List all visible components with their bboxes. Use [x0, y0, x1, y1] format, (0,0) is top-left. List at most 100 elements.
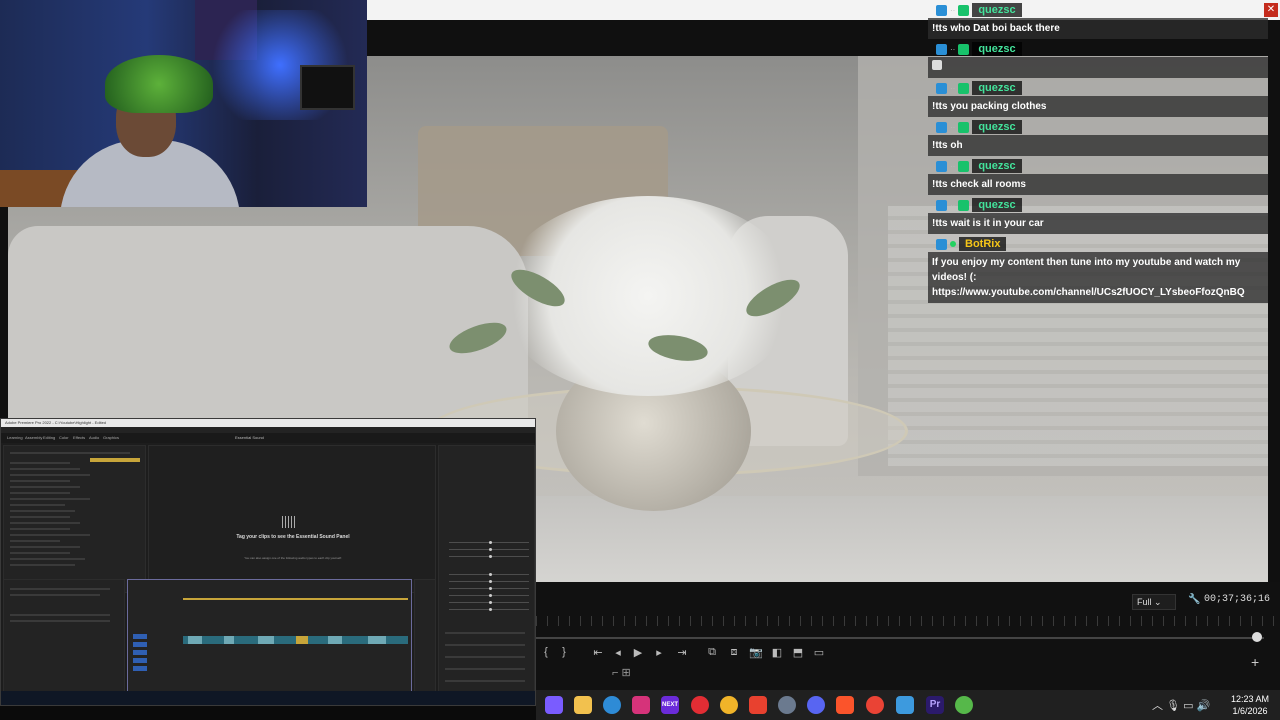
panel-row — [10, 620, 110, 622]
lumetri-slider[interactable] — [449, 587, 529, 590]
slider-handle[interactable] — [489, 541, 492, 544]
camera-icon[interactable]: 📷 — [748, 646, 764, 659]
add-button-icon[interactable]: + — [1251, 654, 1259, 670]
panel-row — [445, 644, 525, 646]
panel-row — [10, 534, 90, 536]
next-icon[interactable]: NEXT — [661, 696, 679, 714]
panel-row — [10, 504, 65, 506]
lumetri-slider[interactable] — [449, 601, 529, 604]
export-frame-icon[interactable]: ▭ — [811, 646, 827, 659]
chrome-icon[interactable] — [720, 696, 738, 714]
lumetri-slider[interactable] — [449, 608, 529, 611]
chat-text — [928, 57, 1268, 78]
lumetri-slider[interactable] — [449, 555, 529, 558]
lumetri-slider[interactable] — [449, 580, 529, 583]
instagram-icon[interactable] — [632, 696, 650, 714]
workspace-tab[interactable]: Audio — [89, 435, 99, 440]
playhead-handle[interactable] — [1251, 632, 1262, 642]
go-to-out-icon[interactable]: ⇥ — [674, 646, 690, 659]
microphone-icon[interactable]: 🎙 — [1166, 700, 1180, 712]
bot-dot-icon — [950, 241, 956, 247]
panel-row — [10, 486, 80, 488]
premiere-icon[interactable]: Pr — [926, 696, 944, 714]
copilot-icon[interactable] — [545, 696, 563, 714]
chat-text: !tts oh — [928, 135, 1268, 156]
playhead-timecode[interactable]: 00;37;36;16 — [1204, 594, 1270, 605]
timeline-clip[interactable] — [188, 636, 202, 644]
workspace-tab[interactable]: Assembly — [25, 435, 42, 440]
timeline-clip[interactable] — [296, 636, 308, 644]
kick-badge-icon — [936, 121, 947, 133]
slider-handle[interactable] — [489, 587, 492, 590]
timeline-clip[interactable] — [328, 636, 342, 644]
step-back-icon[interactable]: ◂ — [610, 646, 626, 659]
lumetri-slider[interactable] — [449, 594, 529, 597]
webcam-feed — [0, 0, 367, 207]
kick-badge-icon — [936, 238, 947, 250]
edge-icon[interactable] — [603, 696, 621, 714]
mark-out-icon[interactable]: } — [556, 646, 572, 658]
lumetri-slider[interactable] — [449, 548, 529, 551]
chevron-up-icon[interactable]: ︿ — [1152, 700, 1163, 712]
track-targets[interactable] — [133, 634, 147, 674]
slider-handle[interactable] — [489, 548, 492, 551]
desktop: ✕ ·· quezsc !tts who Dat boi back there … — [0, 0, 1280, 720]
play-icon[interactable]: ▶ — [630, 646, 646, 659]
system-tray: ︿ 🎙 ▭ 🔊 — [1152, 697, 1210, 713]
slider-handle[interactable] — [489, 608, 492, 611]
go-to-in-icon[interactable]: ⇤ — [590, 646, 606, 659]
project-panel[interactable] — [3, 579, 125, 703]
timeline-clip[interactable] — [224, 636, 234, 644]
insert-icon[interactable]: ⧉ — [704, 646, 720, 659]
step-forward-icon[interactable]: ▸ — [651, 646, 667, 659]
workspace-tabs: Learning Assembly Editing Color Effects … — [1, 433, 535, 443]
capcut-icon[interactable] — [749, 696, 767, 714]
chat-message: BotRix If you enjoy my content then tune… — [928, 234, 1268, 303]
volume-icon[interactable]: 🔊 — [1197, 700, 1211, 712]
overwrite-icon[interactable]: ⧈ — [726, 646, 742, 659]
workspace-tab[interactable]: Learning — [7, 435, 23, 440]
timeline-clip[interactable] — [258, 636, 274, 644]
workspace-tab[interactable]: Graphics — [103, 435, 119, 440]
essential-sound-panel[interactable]: Tag your clips to see the Essential Soun… — [148, 445, 436, 593]
timeline-panel[interactable] — [127, 579, 412, 703]
slider-handle[interactable] — [489, 573, 492, 576]
wrench-icon[interactable]: 🔧 — [1188, 594, 1200, 605]
safe-margins-icon[interactable]: ⌐ ⊞ — [612, 666, 631, 679]
slider-handle[interactable] — [489, 580, 492, 583]
lift-icon[interactable]: ⬒ — [790, 646, 806, 659]
chat-overlay: ·· quezsc !tts who Dat boi back there ·· q… — [928, 0, 1268, 303]
essential-sound-header: Essential Sound — [235, 435, 264, 440]
lumetri-slider[interactable] — [449, 541, 529, 544]
workspace-tab[interactable]: Color — [59, 435, 69, 440]
scrub-bar[interactable] — [536, 637, 1264, 639]
sub-badge-icon — [958, 43, 970, 55]
slider-handle[interactable] — [489, 555, 492, 558]
photos-icon[interactable] — [896, 696, 914, 714]
opera-icon[interactable] — [691, 696, 709, 714]
fit-dropdown[interactable]: Full ⌄ — [1132, 594, 1176, 610]
panel-row — [10, 480, 70, 482]
spotify-icon[interactable] — [955, 696, 973, 714]
work-area-bar[interactable] — [183, 598, 408, 600]
chat-username: quezsc — [972, 120, 1022, 134]
mark-in-icon[interactable]: { — [538, 646, 554, 658]
discord-icon[interactable] — [807, 696, 825, 714]
sub-badge-icon — [958, 160, 970, 172]
lumetri-slider[interactable] — [449, 573, 529, 576]
slider-handle[interactable] — [489, 594, 492, 597]
file-explorer-icon[interactable] — [574, 696, 592, 714]
comparison-view-icon[interactable]: ◧ — [769, 646, 785, 659]
taskbar-clock[interactable]: 12:23 AM 1/6/2026 — [1224, 693, 1276, 717]
lumetri-color-panel[interactable] — [438, 445, 535, 703]
workspace-tab[interactable]: Editing — [43, 435, 55, 440]
effect-controls-panel[interactable] — [3, 445, 146, 593]
slider-handle[interactable] — [489, 601, 492, 604]
time-ruler[interactable] — [536, 616, 1280, 626]
timeline-clip[interactable] — [368, 636, 386, 644]
workspace-tab[interactable]: Effects — [73, 435, 85, 440]
chrome-alt-icon[interactable] — [866, 696, 884, 714]
brave-icon[interactable] — [836, 696, 854, 714]
settings-icon[interactable] — [778, 696, 796, 714]
network-icon[interactable]: ▭ — [1183, 700, 1193, 712]
